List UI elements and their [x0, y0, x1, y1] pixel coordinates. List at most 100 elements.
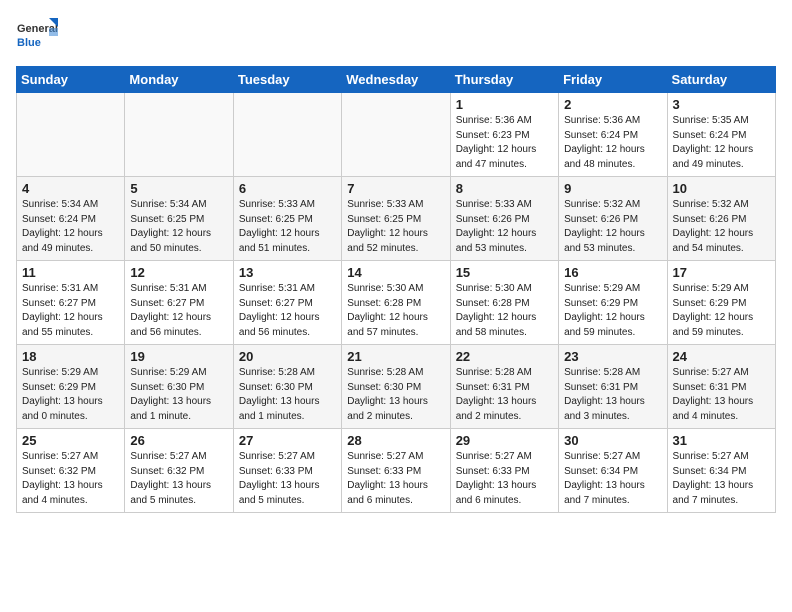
calendar-week-4: 18 Sunrise: 5:29 AM Sunset: 6:29 PM Dayli… [17, 345, 776, 429]
weekday-header-friday: Friday [559, 67, 667, 93]
day-number: 8 [456, 181, 553, 196]
day-number: 18 [22, 349, 119, 364]
calendar-cell: 3 Sunrise: 5:35 AM Sunset: 6:24 PM Daylig… [667, 93, 775, 177]
day-number: 9 [564, 181, 661, 196]
day-info: Sunrise: 5:28 AM Sunset: 6:30 PM Dayligh… [239, 366, 336, 424]
logo-svg: General Blue [16, 16, 58, 58]
calendar-cell: 10Sunrise: 5:32 AM Sunset: 6:26 PM Dayli… [667, 177, 775, 261]
day-info: Sunrise: 5:27 AM Sunset: 6:34 PM Dayligh… [673, 450, 770, 508]
day-number: 24 [673, 349, 770, 364]
day-info: Sunrise: 5:33 AM Sunset: 6:25 PM Dayligh… [347, 198, 444, 256]
day-number: 19 [130, 349, 227, 364]
logo: General Blue [16, 16, 58, 58]
day-info: Sunrise: 5:33 AM Sunset: 6:26 PM Dayligh… [456, 198, 553, 256]
day-info: Sunrise: 5:36 AM Sunset: 6:23 PM Dayligh… [456, 114, 553, 172]
calendar-cell: 2Sunrise: 5:36 AM Sunset: 6:24 PM Daylig… [559, 93, 667, 177]
day-number: 16 [564, 265, 661, 280]
calendar-cell [17, 93, 125, 177]
weekday-header-wednesday: Wednesday [342, 67, 450, 93]
calendar-cell: 22 Sunrise: 5:28 AM Sunset: 6:31 PM Dayli… [450, 345, 558, 429]
calendar-cell: 13Sunrise: 5:31 AM Sunset: 6:27 PM Dayli… [233, 261, 341, 345]
weekday-header-thursday: Thursday [450, 67, 558, 93]
calendar-cell: 1Sunrise: 5:36 AM Sunset: 6:23 PM Daylig… [450, 93, 558, 177]
weekday-header-monday: Monday [125, 67, 233, 93]
day-info: Sunrise: 5:29 AM Sunset: 6:30 PM Dayligh… [130, 366, 227, 424]
day-number: 23 [564, 349, 661, 364]
day-info: Sunrise: 5:34 AM Sunset: 6:25 PM Dayligh… [130, 198, 227, 256]
calendar-cell: 31Sunrise: 5:27 AM Sunset: 6:34 PM Dayli… [667, 429, 775, 513]
day-number: 6 [239, 181, 336, 196]
day-number: 3 [673, 97, 770, 112]
page-header: General Blue [16, 16, 776, 58]
calendar-cell: 4 Sunrise: 5:34 AM Sunset: 6:24 PM Daylig… [17, 177, 125, 261]
day-info: Sunrise: 5:27 AM Sunset: 6:32 PM Dayligh… [130, 450, 227, 508]
day-info: Sunrise: 5:27 AM Sunset: 6:33 PM Dayligh… [347, 450, 444, 508]
calendar-cell: 20 Sunrise: 5:28 AM Sunset: 6:30 PM Dayli… [233, 345, 341, 429]
day-number: 22 [456, 349, 553, 364]
calendar-cell: 28 Sunrise: 5:27 AM Sunset: 6:33 PM Dayli… [342, 429, 450, 513]
calendar-cell: 18 Sunrise: 5:29 AM Sunset: 6:29 PM Dayli… [17, 345, 125, 429]
day-number: 28 [347, 433, 444, 448]
svg-text:Blue: Blue [17, 37, 41, 49]
day-number: 25 [22, 433, 119, 448]
day-info: Sunrise: 5:30 AM Sunset: 6:28 PM Dayligh… [456, 282, 553, 340]
day-number: 12 [130, 265, 227, 280]
day-info: Sunrise: 5:29 AM Sunset: 6:29 PM Dayligh… [564, 282, 661, 340]
calendar-cell: 30 Sunrise: 5:27 AM Sunset: 6:34 PM Dayli… [559, 429, 667, 513]
day-info: Sunrise: 5:27 AM Sunset: 6:34 PM Dayligh… [564, 450, 661, 508]
weekday-header-sunday: Sunday [17, 67, 125, 93]
weekday-header-saturday: Saturday [667, 67, 775, 93]
calendar-table: SundayMondayTuesdayWednesdayThursdayFrid… [16, 66, 776, 513]
day-info: Sunrise: 5:27 AM Sunset: 6:33 PM Dayligh… [456, 450, 553, 508]
calendar-cell [125, 93, 233, 177]
calendar-cell: 19 Sunrise: 5:29 AM Sunset: 6:30 PM Dayli… [125, 345, 233, 429]
day-info: Sunrise: 5:27 AM Sunset: 6:33 PM Dayligh… [239, 450, 336, 508]
day-number: 17 [673, 265, 770, 280]
calendar-cell: 17 Sunrise: 5:29 AM Sunset: 6:29 PM Dayli… [667, 261, 775, 345]
calendar-cell: 12Sunrise: 5:31 AM Sunset: 6:27 PM Dayli… [125, 261, 233, 345]
day-info: Sunrise: 5:35 AM Sunset: 6:24 PM Dayligh… [673, 114, 770, 172]
calendar-cell: 27 Sunrise: 5:27 AM Sunset: 6:33 PM Dayli… [233, 429, 341, 513]
day-number: 26 [130, 433, 227, 448]
day-number: 4 [22, 181, 119, 196]
day-number: 29 [456, 433, 553, 448]
day-number: 7 [347, 181, 444, 196]
calendar-cell: 6Sunrise: 5:33 AM Sunset: 6:25 PM Daylig… [233, 177, 341, 261]
calendar-header-row: SundayMondayTuesdayWednesdayThursdayFrid… [17, 67, 776, 93]
day-number: 30 [564, 433, 661, 448]
calendar-week-2: 4 Sunrise: 5:34 AM Sunset: 6:24 PM Daylig… [17, 177, 776, 261]
day-info: Sunrise: 5:30 AM Sunset: 6:28 PM Dayligh… [347, 282, 444, 340]
day-number: 2 [564, 97, 661, 112]
weekday-header-tuesday: Tuesday [233, 67, 341, 93]
calendar-week-3: 11 Sunrise: 5:31 AM Sunset: 6:27 PM Dayli… [17, 261, 776, 345]
calendar-cell: 11 Sunrise: 5:31 AM Sunset: 6:27 PM Dayli… [17, 261, 125, 345]
day-number: 5 [130, 181, 227, 196]
day-info: Sunrise: 5:29 AM Sunset: 6:29 PM Dayligh… [673, 282, 770, 340]
calendar-cell: 5 Sunrise: 5:34 AM Sunset: 6:25 PM Daylig… [125, 177, 233, 261]
day-info: Sunrise: 5:28 AM Sunset: 6:30 PM Dayligh… [347, 366, 444, 424]
day-info: Sunrise: 5:32 AM Sunset: 6:26 PM Dayligh… [564, 198, 661, 256]
day-number: 20 [239, 349, 336, 364]
day-number: 14 [347, 265, 444, 280]
calendar-cell: 24Sunrise: 5:27 AM Sunset: 6:31 PM Dayli… [667, 345, 775, 429]
day-number: 21 [347, 349, 444, 364]
day-number: 27 [239, 433, 336, 448]
day-info: Sunrise: 5:31 AM Sunset: 6:27 PM Dayligh… [22, 282, 119, 340]
calendar-cell: 21 Sunrise: 5:28 AM Sunset: 6:30 PM Dayli… [342, 345, 450, 429]
calendar-cell: 15Sunrise: 5:30 AM Sunset: 6:28 PM Dayli… [450, 261, 558, 345]
calendar-week-1: 1Sunrise: 5:36 AM Sunset: 6:23 PM Daylig… [17, 93, 776, 177]
day-info: Sunrise: 5:29 AM Sunset: 6:29 PM Dayligh… [22, 366, 119, 424]
calendar-cell: 26 Sunrise: 5:27 AM Sunset: 6:32 PM Dayli… [125, 429, 233, 513]
day-info: Sunrise: 5:31 AM Sunset: 6:27 PM Dayligh… [239, 282, 336, 340]
calendar-cell: 25 Sunrise: 5:27 AM Sunset: 6:32 PM Dayli… [17, 429, 125, 513]
day-info: Sunrise: 5:28 AM Sunset: 6:31 PM Dayligh… [456, 366, 553, 424]
day-info: Sunrise: 5:27 AM Sunset: 6:32 PM Dayligh… [22, 450, 119, 508]
day-info: Sunrise: 5:34 AM Sunset: 6:24 PM Dayligh… [22, 198, 119, 256]
day-number: 11 [22, 265, 119, 280]
calendar-week-5: 25 Sunrise: 5:27 AM Sunset: 6:32 PM Dayli… [17, 429, 776, 513]
day-info: Sunrise: 5:28 AM Sunset: 6:31 PM Dayligh… [564, 366, 661, 424]
calendar-cell: 7 Sunrise: 5:33 AM Sunset: 6:25 PM Daylig… [342, 177, 450, 261]
calendar-cell: 23 Sunrise: 5:28 AM Sunset: 6:31 PM Dayli… [559, 345, 667, 429]
calendar-cell: 8 Sunrise: 5:33 AM Sunset: 6:26 PM Daylig… [450, 177, 558, 261]
calendar-cell: 16 Sunrise: 5:29 AM Sunset: 6:29 PM Dayli… [559, 261, 667, 345]
